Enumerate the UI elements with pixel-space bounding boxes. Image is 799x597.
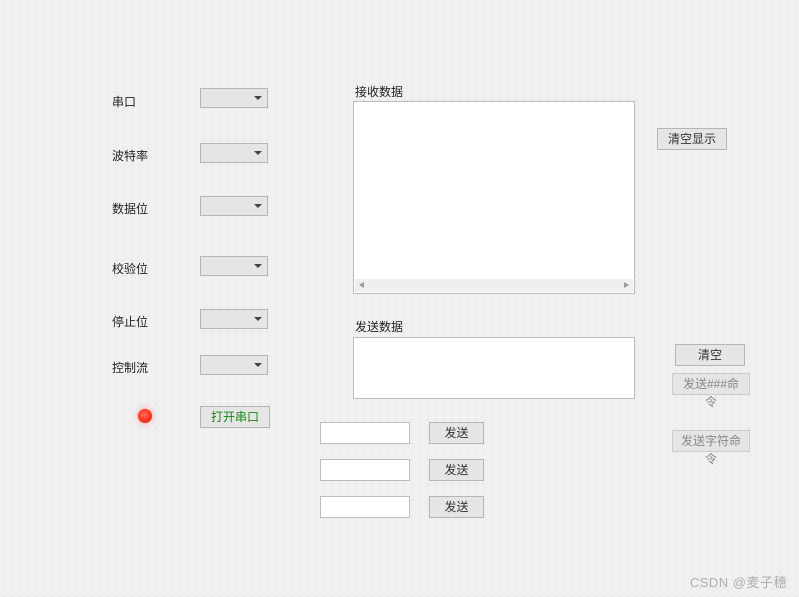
chevron-down-icon (254, 317, 262, 321)
label-receive-data: 接收数据 (355, 83, 403, 100)
status-indicator-icon (138, 409, 152, 423)
clear-display-button[interactable]: 清空显示 (657, 128, 727, 150)
label-stop-bits: 停止位 (112, 313, 148, 330)
scrollbar-horizontal[interactable] (355, 279, 633, 292)
send-hash-cmd-button[interactable]: 发送###命令 (672, 373, 750, 395)
chevron-down-icon (254, 363, 262, 367)
label-baud-rate: 波特率 (112, 147, 148, 164)
send-button-1[interactable]: 发送 (429, 422, 484, 444)
receive-textarea[interactable] (353, 101, 635, 294)
label-parity: 校验位 (112, 260, 148, 277)
send-button-2[interactable]: 发送 (429, 459, 484, 481)
combo-stop-bits[interactable] (200, 309, 268, 329)
chevron-down-icon (254, 204, 262, 208)
label-send-data: 发送数据 (355, 318, 403, 335)
label-flow-control: 控制流 (112, 359, 148, 376)
watermark-text: CSDN @麦子穗 (690, 572, 787, 591)
send-input-1[interactable] (320, 422, 410, 444)
clear-send-button[interactable]: 清空 (675, 344, 745, 366)
send-input-2[interactable] (320, 459, 410, 481)
combo-baud-rate[interactable] (200, 143, 268, 163)
send-char-cmd-button[interactable]: 发送字符命令 (672, 430, 750, 452)
chevron-down-icon (254, 264, 262, 268)
label-data-bits: 数据位 (112, 200, 148, 217)
combo-flow-control[interactable] (200, 355, 268, 375)
open-port-button[interactable]: 打开串口 (200, 406, 270, 428)
send-textarea[interactable] (353, 337, 635, 399)
combo-parity[interactable] (200, 256, 268, 276)
combo-data-bits[interactable] (200, 196, 268, 216)
send-input-3[interactable] (320, 496, 410, 518)
chevron-down-icon (254, 151, 262, 155)
send-button-3[interactable]: 发送 (429, 496, 484, 518)
chevron-down-icon (254, 96, 262, 100)
label-serial-port: 串口 (112, 93, 136, 110)
combo-serial-port[interactable] (200, 88, 268, 108)
